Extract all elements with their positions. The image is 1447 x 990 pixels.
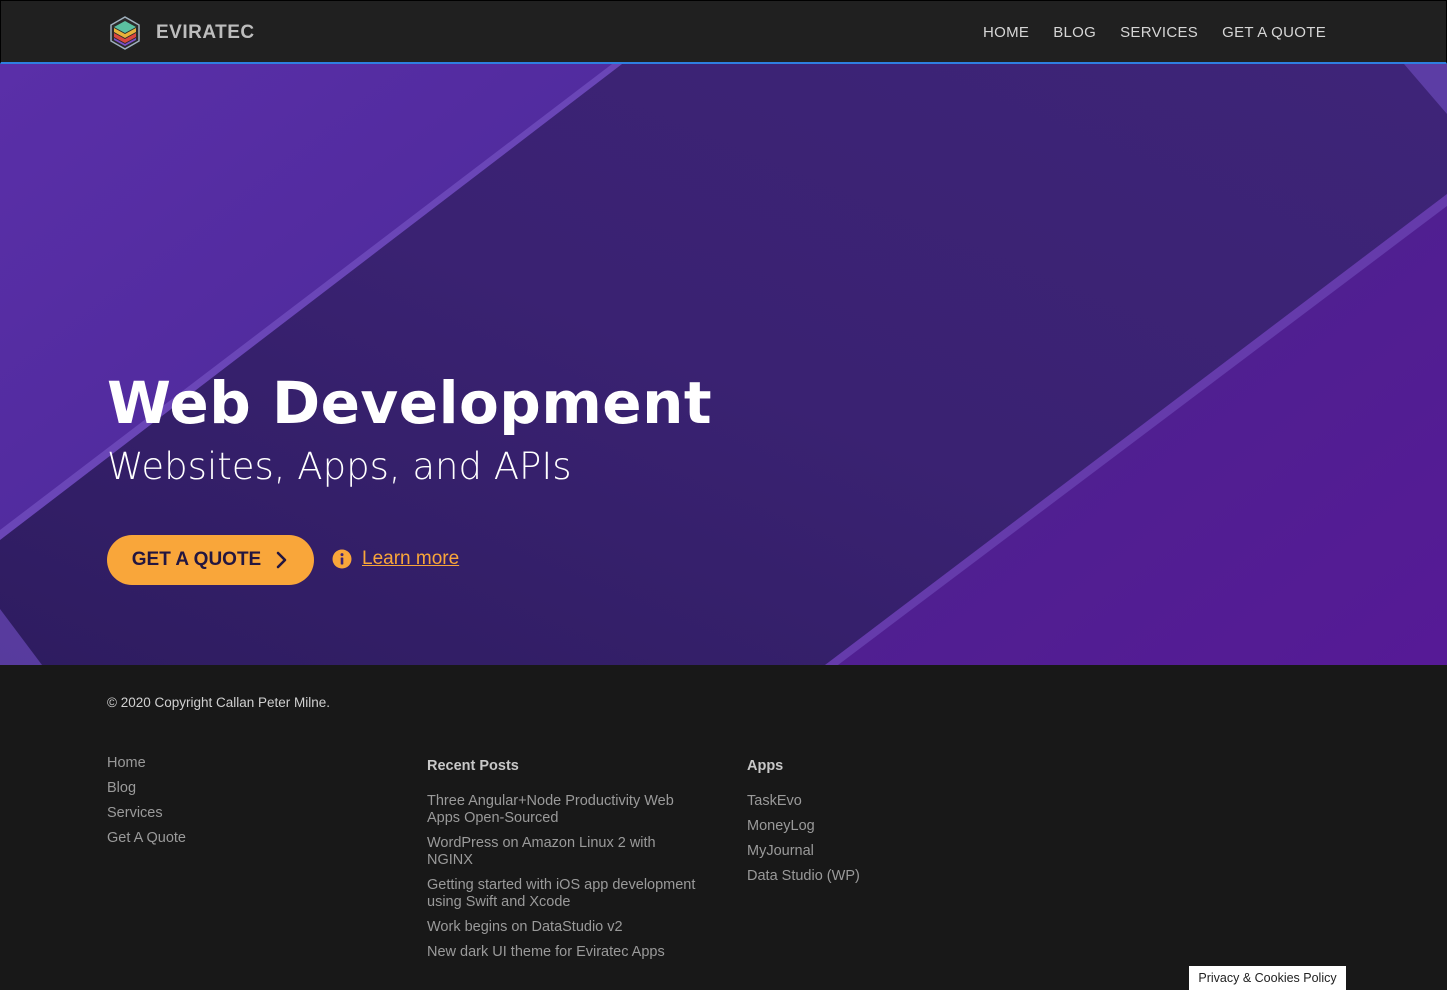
nav-services[interactable]: SERVICES <box>1120 24 1198 41</box>
post-link[interactable]: WordPress on Amazon Linux 2 with NGINX <box>427 835 697 869</box>
recent-posts-heading: Recent Posts <box>427 758 519 774</box>
nav-blog[interactable]: BLOG <box>1053 24 1096 41</box>
site-footer: © 2020 Copyright Callan Peter Milne. Hom… <box>0 665 1447 990</box>
hero-section: Web Development Websites, Apps, and APIs… <box>0 64 1447 665</box>
nav-home[interactable]: HOME <box>983 24 1029 41</box>
footer-link-services[interactable]: Services <box>107 805 387 822</box>
footer-link-get-a-quote[interactable]: Get A Quote <box>107 830 387 847</box>
footer-link-blog[interactable]: Blog <box>107 780 387 797</box>
learn-more: Learn more <box>332 548 459 570</box>
post-link[interactable]: Three Angular+Node Productivity Web Apps… <box>427 793 697 827</box>
copyright-text: © 2020 Copyright Callan Peter Milne. <box>107 695 331 710</box>
app-link-data-studio[interactable]: Data Studio (WP) <box>747 868 1027 885</box>
footer-link-home[interactable]: Home <box>107 755 387 772</box>
hero-subtitle: Websites, Apps, and APIs <box>107 445 572 488</box>
nav-get-a-quote[interactable]: GET A QUOTE <box>1222 24 1326 41</box>
post-link[interactable]: New dark UI theme for Eviratec Apps <box>427 944 697 961</box>
apps-list: Apps TaskEvo MoneyLog MyJournal Data Stu… <box>747 755 1027 893</box>
app-link-moneylog[interactable]: MoneyLog <box>747 818 1027 835</box>
app-link-myjournal[interactable]: MyJournal <box>747 843 1027 860</box>
get-a-quote-button[interactable]: GET A QUOTE <box>107 535 314 585</box>
chevron-right-icon <box>276 551 287 569</box>
cta-label: GET A QUOTE <box>131 549 262 570</box>
post-link[interactable]: Work begins on DataStudio v2 <box>427 919 697 936</box>
main-nav: HOME BLOG SERVICES GET A QUOTE <box>983 1 1326 63</box>
hero-title: Web Development <box>107 369 713 437</box>
site-logo[interactable]: EVIRATEC <box>108 15 255 51</box>
app-link-taskevo[interactable]: TaskEvo <box>747 793 1027 810</box>
recent-posts: Recent Posts Three Angular+Node Producti… <box>427 755 707 969</box>
site-header: EVIRATEC HOME BLOG SERVICES GET A QUOTE <box>0 0 1447 64</box>
post-link[interactable]: Getting started with iOS app development… <box>427 877 697 911</box>
learn-more-link[interactable]: Learn more <box>362 548 459 570</box>
apps-heading: Apps <box>747 758 784 774</box>
logo-text: EVIRATEC <box>156 22 255 43</box>
logo-icon <box>110 16 140 50</box>
privacy-policy-button[interactable]: Privacy & Cookies Policy <box>1189 966 1346 990</box>
info-icon <box>332 549 352 569</box>
footer-links: Home Blog Services Get A Quote <box>107 755 387 855</box>
